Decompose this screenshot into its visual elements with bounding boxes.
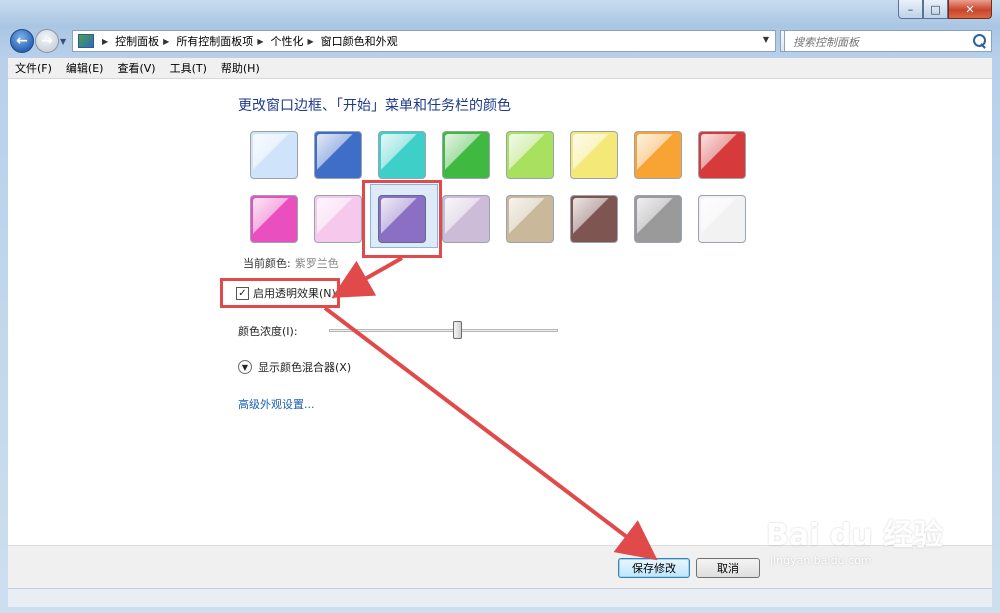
- advanced-appearance-link[interactable]: 高级外观设置...: [238, 396, 315, 412]
- color-swatch-taupe[interactable]: [506, 195, 554, 243]
- annotation-box-swatch: [362, 180, 442, 258]
- color-swatch-twilight[interactable]: [314, 131, 362, 179]
- menu-view[interactable]: 查看(V): [110, 60, 162, 76]
- color-swatch-pumpkin[interactable]: [634, 131, 682, 179]
- forward-button[interactable]: →: [35, 29, 59, 53]
- intensity-slider-thumb[interactable]: [453, 321, 463, 339]
- menu-file[interactable]: 文件(F): [8, 60, 59, 76]
- search-box[interactable]: [784, 30, 992, 52]
- caption-buttons: – □ ✕: [898, 0, 992, 20]
- cancel-button[interactable]: 取消: [696, 558, 760, 578]
- current-color: 当前颜色: 紫罗兰色: [243, 255, 339, 271]
- color-swatch-lime[interactable]: [506, 131, 554, 179]
- color-swatch-lavender[interactable]: [442, 195, 490, 243]
- chevron-right-icon[interactable]: ▶: [102, 37, 108, 46]
- content-pane: 更改窗口边框、「开始」菜单和任务栏的颜色 当前颜色: 紫罗兰色 ✓ 启用透明效果…: [8, 79, 992, 545]
- color-swatch-leaf[interactable]: [442, 131, 490, 179]
- search-icon[interactable]: [973, 34, 986, 47]
- address-dropdown-icon[interactable]: ▼: [763, 35, 769, 44]
- color-swatch-frost[interactable]: [698, 195, 746, 243]
- breadcrumb-control-panel[interactable]: 控制面板: [115, 33, 159, 49]
- current-color-value: 紫罗兰色: [294, 257, 339, 270]
- menu-bar: 文件(F) 编辑(E) 查看(V) 工具(T) 帮助(H): [8, 58, 992, 79]
- breadcrumb-all-items[interactable]: 所有控制面板项: [176, 33, 253, 49]
- chevron-right-icon[interactable]: ▶: [257, 37, 263, 46]
- chevron-right-icon[interactable]: ▶: [163, 37, 169, 46]
- baidu-watermark: Bai du 经验 jingyan.baidu.com: [766, 510, 944, 567]
- status-bar: [8, 588, 992, 607]
- page-title: 更改窗口边框、「开始」菜单和任务栏的颜色: [238, 98, 511, 114]
- color-swatch-blush[interactable]: [314, 195, 362, 243]
- color-swatch-sky[interactable]: [250, 131, 298, 179]
- control-panel-icon: [78, 34, 94, 48]
- close-button[interactable]: ✕: [948, 0, 992, 19]
- menu-edit[interactable]: 编辑(E): [59, 60, 111, 76]
- watermark-logo: Bai du 经验: [766, 518, 944, 553]
- navigation-bar: ← → ▼ ▶ 控制面板 ▶ 所有控制面板项 ▶ 个性化 ▶ 窗口颜色和外观 ▼…: [8, 28, 992, 54]
- watermark-url: jingyan.baidu.com: [770, 554, 872, 567]
- chevron-right-icon[interactable]: ▶: [307, 37, 313, 46]
- menu-tools[interactable]: 工具(T): [163, 60, 214, 76]
- search-input[interactable]: [791, 32, 975, 52]
- intensity-label: 颜色浓度(I):: [238, 325, 298, 338]
- color-swatch-chocolate[interactable]: [570, 195, 618, 243]
- color-swatch-fuchsia[interactable]: [250, 195, 298, 243]
- color-swatch-ruby[interactable]: [698, 131, 746, 179]
- breadcrumb-window-color[interactable]: 窗口颜色和外观: [321, 33, 398, 49]
- color-mixer-toggle[interactable]: ▼ 显示颜色混合器(X): [238, 359, 351, 375]
- color-swatch-sun[interactable]: [570, 131, 618, 179]
- menu-help[interactable]: 帮助(H): [214, 60, 267, 76]
- address-bar[interactable]: ▶ 控制面板 ▶ 所有控制面板项 ▶ 个性化 ▶ 窗口颜色和外观 ▼: [72, 30, 776, 52]
- color-swatch-slate[interactable]: [634, 195, 682, 243]
- breadcrumb-personalization[interactable]: 个性化: [270, 33, 303, 49]
- minimize-button[interactable]: –: [898, 0, 923, 19]
- back-button[interactable]: ←: [10, 29, 34, 53]
- maximize-button[interactable]: □: [923, 0, 948, 19]
- save-button[interactable]: 保存修改: [618, 558, 690, 578]
- chevron-down-icon[interactable]: ▼: [238, 360, 252, 374]
- window: – □ ✕ ← → ▼ ▶ 控制面板 ▶ 所有控制面板项 ▶ 个性化 ▶ 窗口颜…: [0, 0, 1000, 613]
- current-color-label: 当前颜色:: [243, 257, 291, 270]
- intensity-slider-track[interactable]: [329, 329, 558, 332]
- annotation-box-checkbox: [220, 278, 340, 308]
- color-mixer-label[interactable]: 显示颜色混合器(X): [258, 359, 351, 375]
- color-swatch-sea[interactable]: [378, 131, 426, 179]
- recent-pages-dropdown-icon[interactable]: ▼: [60, 37, 66, 46]
